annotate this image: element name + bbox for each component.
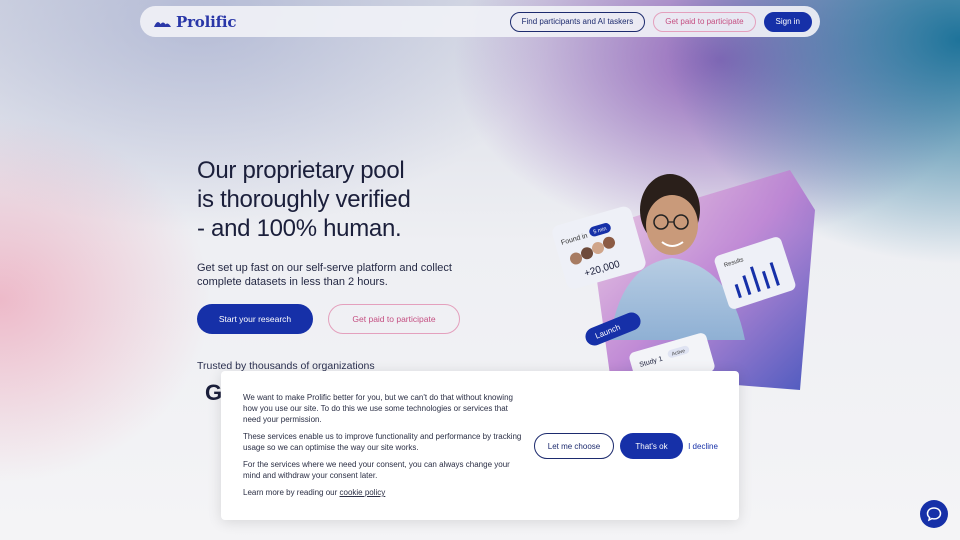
cookie-policy-prefix: Learn more by reading our (243, 488, 340, 497)
chat-bubble-icon (926, 507, 942, 522)
find-participants-button[interactable]: Find participants and AI taskers (509, 11, 646, 32)
accept-cookies-button[interactable]: That's ok (620, 433, 683, 459)
hero-title: Our proprietary pool is thoroughly verif… (197, 156, 457, 243)
let-me-choose-button[interactable]: Let me choose (534, 433, 614, 459)
cookie-text: We want to make Prolific better for you,… (243, 392, 525, 504)
brand-logo[interactable]: Prolific (152, 13, 236, 31)
cookie-policy-link[interactable]: cookie policy (340, 488, 386, 497)
get-paid-hero-button[interactable]: Get paid to participate (328, 304, 460, 334)
top-navbar: Prolific Find participants and AI tasker… (140, 6, 820, 37)
hero-title-line: is thoroughly verified (197, 186, 411, 213)
cookie-paragraph: Learn more by reading our cookie policy (243, 487, 525, 498)
partner-logo: G (205, 380, 223, 405)
hero-illustration: Found in 5 min +20,000 Results Launch St… (552, 170, 815, 391)
hero-title-line: - and 100% human. (197, 215, 402, 242)
chat-launcher-button[interactable] (920, 500, 948, 528)
prolific-logo-icon (154, 21, 171, 27)
cookie-paragraph: These services enable us to improve func… (243, 432, 522, 452)
cookie-paragraph: We want to make Prolific better for you,… (243, 393, 513, 424)
start-research-button[interactable]: Start your research (197, 304, 313, 334)
get-paid-nav-button[interactable]: Get paid to participate (653, 11, 756, 32)
brand-name: Prolific (176, 12, 237, 31)
cookie-paragraph: For the services where we need your cons… (243, 460, 510, 480)
sign-in-button[interactable]: Sign in (763, 11, 812, 32)
hero-title-line: Our proprietary pool (197, 157, 405, 184)
decline-cookies-button[interactable]: I decline (687, 433, 719, 459)
cookie-consent-dialog: We want to make Prolific better for you,… (221, 371, 739, 520)
hero-subtitle: Get set up fast on our self-serve platfo… (197, 262, 452, 288)
